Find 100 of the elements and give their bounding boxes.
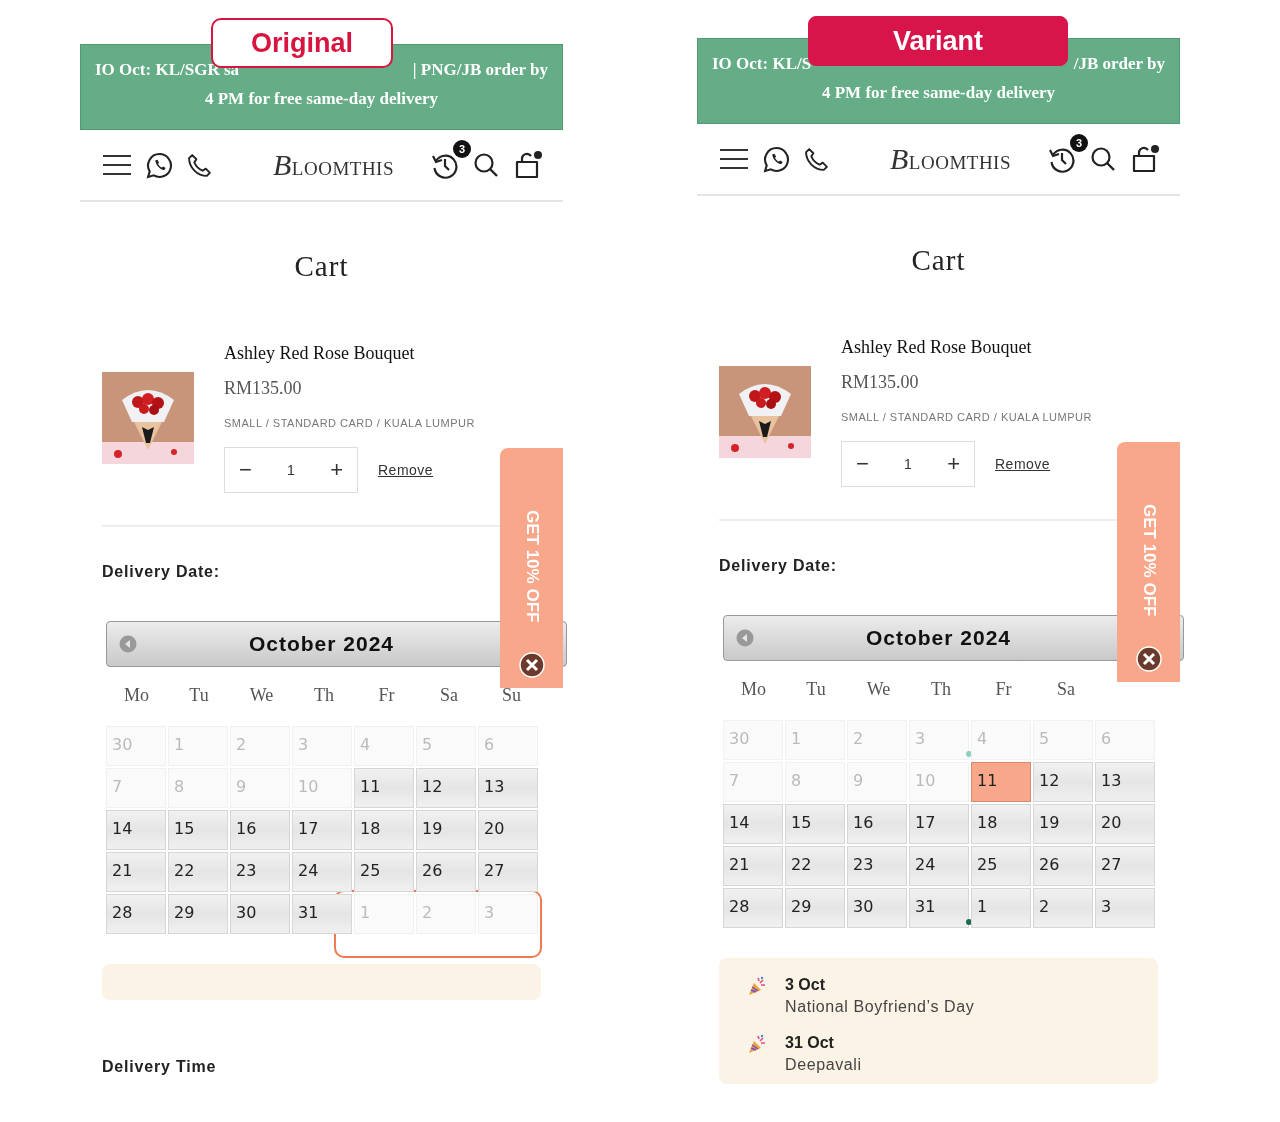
weekday-label: Sa xyxy=(1056,679,1076,700)
banner-text: | PNG/JB order by xyxy=(412,60,548,80)
banner-text: /JB order by xyxy=(1073,54,1165,74)
calendar-day[interactable]: 11 xyxy=(354,768,414,808)
holiday-date: 31 Oct xyxy=(785,1034,835,1052)
decrease-button[interactable]: − xyxy=(856,451,869,477)
calendar-day[interactable]: 30 xyxy=(230,894,290,934)
calendar-day[interactable]: 11 xyxy=(971,762,1031,802)
calendar-day[interactable]: 19 xyxy=(416,810,476,850)
calendar-day[interactable]: 24 xyxy=(909,846,969,886)
menu-icon[interactable] xyxy=(102,154,132,176)
phone-icon[interactable] xyxy=(187,152,212,178)
product-price: RM135.00 xyxy=(841,372,920,393)
page-title: Cart xyxy=(910,244,967,277)
calendar-day[interactable]: 26 xyxy=(1033,846,1093,886)
calendar-day[interactable]: 20 xyxy=(478,810,538,850)
calendar-day[interactable]: 12 xyxy=(416,768,476,808)
calendar-day[interactable]: 3 xyxy=(1095,888,1155,928)
party-popper-icon xyxy=(747,976,767,996)
weekday-label: Mo xyxy=(740,679,767,700)
calendar-day[interactable]: 22 xyxy=(785,846,845,886)
calendar-day[interactable]: 25 xyxy=(971,846,1031,886)
page-title: Cart xyxy=(293,250,350,283)
weekday-label: Su xyxy=(501,685,522,706)
quantity-value: 1 xyxy=(287,462,295,478)
calendar-day[interactable]: 2 xyxy=(1033,888,1093,928)
calendar-day[interactable]: 29 xyxy=(168,894,228,934)
calendar-day[interactable]: 15 xyxy=(785,804,845,844)
calendar-day[interactable]: 18 xyxy=(354,810,414,850)
month-title: October 2024 xyxy=(248,632,395,656)
count-badge: 3 xyxy=(1070,134,1088,152)
decrease-button[interactable]: − xyxy=(239,457,252,483)
calendar-day[interactable]: 13 xyxy=(1095,762,1155,802)
calendar-day[interactable]: 17 xyxy=(909,804,969,844)
weekday-label: Fr xyxy=(994,679,1013,700)
holiday-name: National Boyfriend’s Day xyxy=(785,998,975,1016)
banner-text: 4 PM for free same-day delivery xyxy=(203,88,439,110)
calendar-day[interactable]: 25 xyxy=(354,852,414,892)
product-name[interactable]: Ashley Red Rose Bouquet xyxy=(224,343,475,364)
search-icon[interactable] xyxy=(473,152,499,178)
weekday-label: Th xyxy=(313,685,335,706)
calendar-day[interactable]: 26 xyxy=(416,852,476,892)
calendar-day[interactable]: 13 xyxy=(478,768,538,808)
close-icon[interactable] xyxy=(1135,646,1162,672)
calendar-day[interactable]: 19 xyxy=(1033,804,1093,844)
increase-button[interactable]: + xyxy=(947,451,960,477)
weekday-label: Tu xyxy=(188,685,210,706)
close-icon[interactable] xyxy=(518,652,545,678)
calendar-day[interactable]: 27 xyxy=(1095,846,1155,886)
calendar-day[interactable]: 14 xyxy=(106,810,166,850)
calendar-day[interactable]: 17 xyxy=(292,810,352,850)
weekday-label: Th xyxy=(930,679,952,700)
brand-logo[interactable]: BLOOMTHIS xyxy=(890,142,1011,176)
weekday-label: Fr xyxy=(377,685,396,706)
quantity-stepper[interactable]: − 1 + xyxy=(224,447,358,493)
calendar-day[interactable]: 28 xyxy=(106,894,166,934)
remove-link[interactable]: Remove xyxy=(995,456,1051,472)
calendar-day[interactable]: 1 xyxy=(971,888,1031,928)
calendar-day[interactable]: 18 xyxy=(971,804,1031,844)
calendar-day[interactable]: 31 xyxy=(909,888,969,928)
calendar-day[interactable]: 20 xyxy=(1095,804,1155,844)
calendar-day[interactable]: 22 xyxy=(168,852,228,892)
calendar-day[interactable]: 23 xyxy=(230,852,290,892)
product-options: SMALL / STANDARD CARD / KUALA LUMPUR xyxy=(841,411,1092,423)
calendar-day[interactable]: 15 xyxy=(168,810,228,850)
calendar-day[interactable]: 28 xyxy=(723,888,783,928)
weekday-label: Mo xyxy=(123,685,150,706)
remove-link[interactable]: Remove xyxy=(378,462,434,478)
increase-button[interactable]: + xyxy=(330,457,343,483)
product-price: RM135.00 xyxy=(224,378,303,399)
brand-logo[interactable]: BLOOMTHIS xyxy=(273,148,394,182)
calendar-day[interactable]: 16 xyxy=(847,804,907,844)
calendar-day[interactable]: 16 xyxy=(230,810,290,850)
calendar-day[interactable]: 30 xyxy=(847,888,907,928)
calendar-day[interactable]: 21 xyxy=(723,846,783,886)
weekday-label: We xyxy=(248,685,275,706)
shopping-bag-icon[interactable] xyxy=(1130,145,1160,173)
holiday-date: 3 Oct xyxy=(785,976,826,994)
calendar-day[interactable]: 24 xyxy=(292,852,352,892)
calendar-day[interactable]: 31 xyxy=(292,894,352,934)
weekday-label: We xyxy=(865,679,892,700)
calendar-day[interactable]: 29 xyxy=(785,888,845,928)
phone-icon[interactable] xyxy=(804,146,829,172)
quantity-stepper[interactable]: − 1 + xyxy=(841,441,975,487)
shopping-bag-icon[interactable] xyxy=(513,151,543,179)
chat-bubble-icon[interactable] xyxy=(146,151,173,179)
section-label: Delivery Date: xyxy=(102,563,220,581)
weekday-label: Sa xyxy=(439,685,459,706)
menu-icon[interactable] xyxy=(719,148,749,170)
calendar-day[interactable]: 21 xyxy=(106,852,166,892)
calendar-day[interactable]: 27 xyxy=(478,852,538,892)
calendar-day[interactable]: 12 xyxy=(1033,762,1093,802)
calendar-day[interactable]: 14 xyxy=(723,804,783,844)
weekday-label: Tu xyxy=(805,679,827,700)
party-popper-icon xyxy=(747,1034,767,1054)
search-icon[interactable] xyxy=(1090,146,1116,172)
calendar-day[interactable]: 23 xyxy=(847,846,907,886)
chat-bubble-icon[interactable] xyxy=(763,145,790,173)
product-name[interactable]: Ashley Red Rose Bouquet xyxy=(841,337,1092,358)
holiday-name: Deepavali xyxy=(785,1056,862,1074)
